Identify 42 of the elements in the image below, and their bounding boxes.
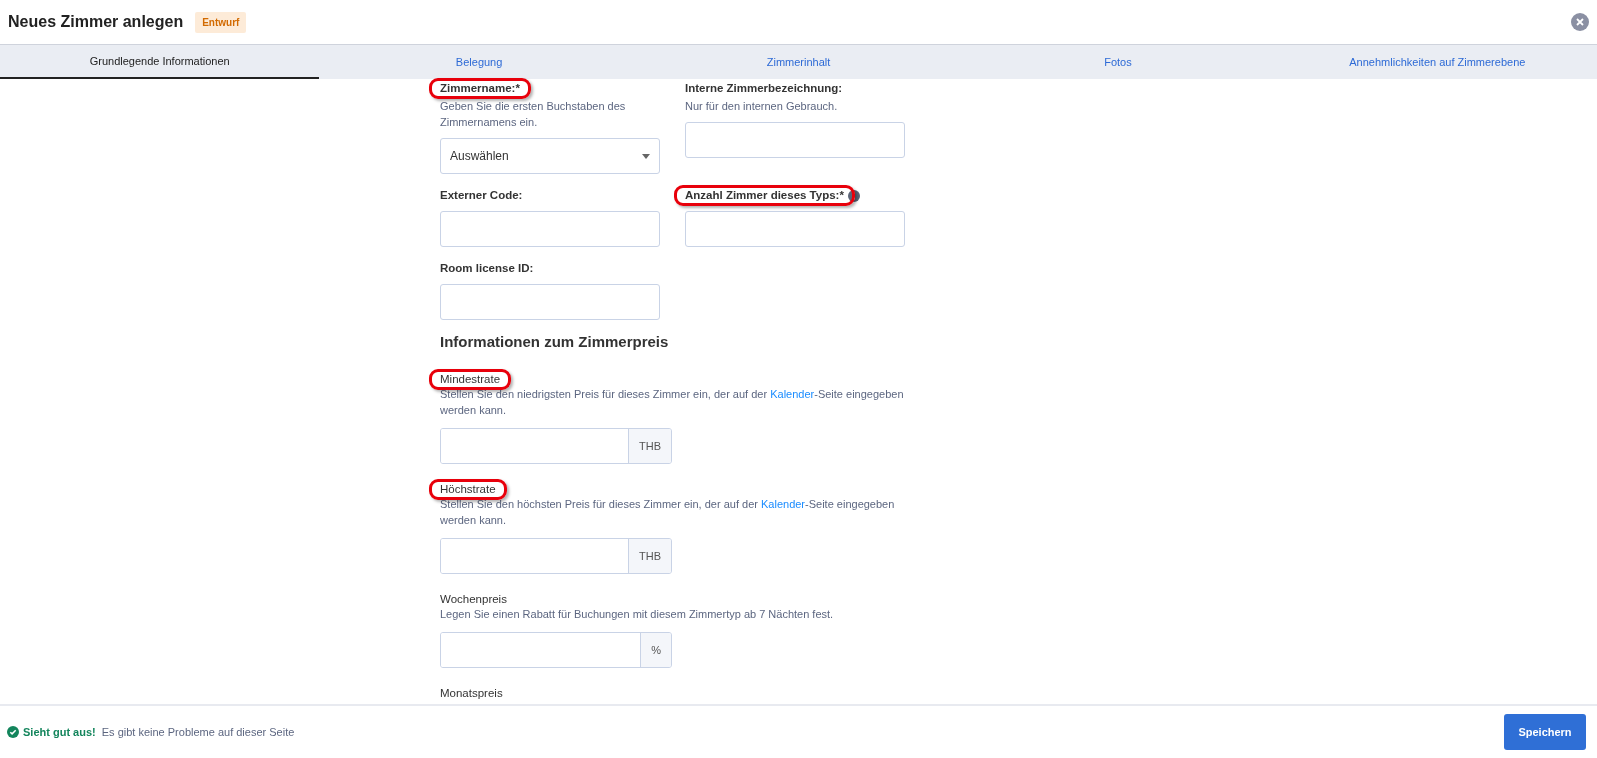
field-label: Monatspreis (440, 686, 503, 701)
field-hint: Legen Sie einen Rabatt für Buchungen mit diesem Zimmertyp ab 7 Nächten fest. (440, 607, 835, 622)
input-field[interactable] (685, 122, 905, 158)
unit-addon: THB (628, 429, 671, 463)
page-title: Neues Zimmer anlegen (8, 12, 184, 32)
save-button[interactable]: Speichern (1504, 714, 1586, 750)
tab[interactable]: Annehmlichkeiten auf Zimmerebene (1277, 45, 1597, 79)
close-button[interactable] (1571, 13, 1589, 31)
info-icon[interactable] (847, 189, 860, 202)
close-icon (1576, 18, 1584, 26)
field-label: Wochenpreis (440, 592, 507, 607)
field-label: Interne Zimmerbezeichnung: (685, 81, 843, 96)
input-field[interactable] (685, 211, 905, 247)
field-hint: Geben Sie die ersten Buchstaben des Zimmernamens ein. (440, 99, 627, 130)
caret-icon (642, 153, 650, 159)
input-group[interactable]: % (440, 632, 672, 668)
tab[interactable]: Fotos (958, 45, 1278, 79)
status-tag: Entwurf (195, 11, 247, 33)
unit-addon: % (640, 633, 671, 667)
tab[interactable]: Belegung (319, 45, 639, 79)
field-hint: Stellen Sie den niedrigsten Preis für dieses Zimmer ein, der auf der Kalender-Seite eingegeben werden kann. (440, 387, 905, 418)
select-field[interactable]: Auswählen (440, 138, 660, 174)
calendar-link[interactable]: Kalender (761, 498, 806, 510)
input-group[interactable]: THB (440, 538, 672, 574)
field-label: Room license ID: (440, 261, 534, 276)
input-field[interactable] (440, 284, 660, 320)
status-title: Sieht gut aus! (23, 724, 96, 740)
status-message: Es gibt keine Probleme auf dieser Seite (101, 724, 295, 740)
field-label: Höchstrate (429, 479, 507, 500)
check-circle-icon (7, 726, 19, 738)
field-label: Anzahl Zimmer dieses Typs:* (674, 185, 855, 206)
field-label: Externer Code: (440, 188, 523, 203)
tab[interactable]: Zimmerinhalt (638, 45, 959, 79)
input-group[interactable]: THB (440, 428, 672, 464)
calendar-link[interactable]: Kalender (770, 388, 815, 400)
input-field[interactable] (440, 211, 660, 247)
field-hint: Stellen Sie den höchsten Preis für dieses Zimmer ein, der auf der Kalender-Seite eingegeben werden kann. (440, 497, 896, 528)
unit-addon: THB (628, 539, 671, 573)
field-hint: Nur für den internen Gebrauch. (685, 99, 839, 114)
field-label: Zimmername:* (429, 78, 531, 99)
section-heading: Informationen zum Zimmerpreis (440, 332, 670, 352)
field-label: Mindestrate (429, 369, 512, 390)
